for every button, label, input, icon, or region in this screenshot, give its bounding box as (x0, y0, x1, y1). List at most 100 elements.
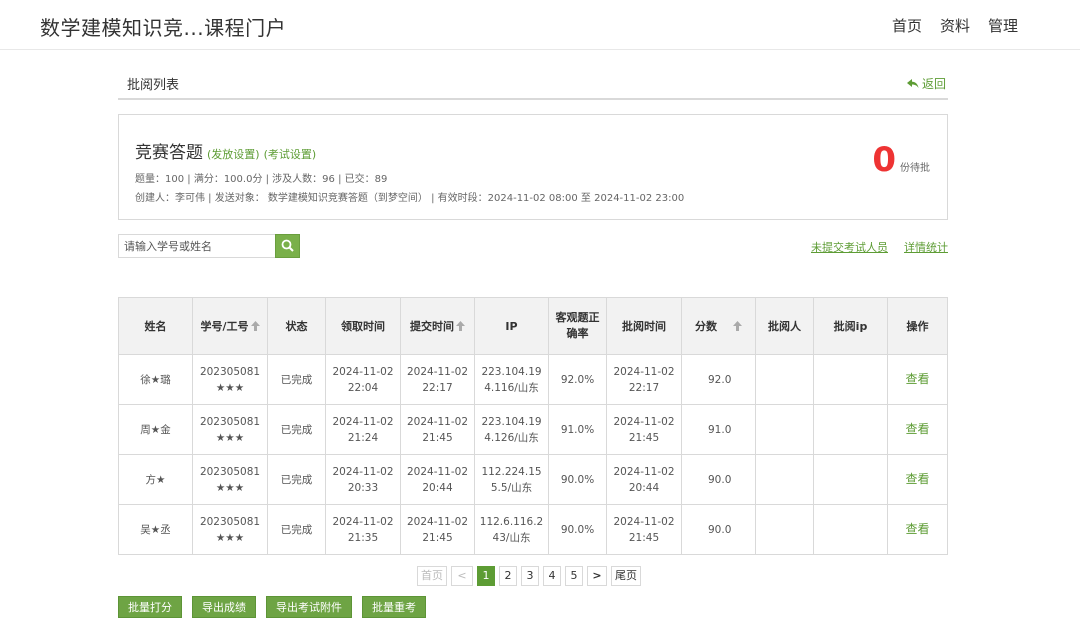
top-bar: 数学建模知识竞...课程门户 首页 资料 管理 (0, 0, 1080, 50)
col-rate-label: 客观题正确率 (555, 311, 600, 340)
publish-settings-link[interactable]: (发放设置) (207, 146, 260, 162)
cell-review-time: 2024-11-02 21:45 (606, 504, 682, 555)
prev-page-button[interactable]: < (451, 566, 473, 586)
review-date: 2024-11-02 (613, 365, 675, 378)
next-page-button[interactable]: > (587, 566, 607, 586)
back-button[interactable]: 返回 (906, 75, 946, 92)
batch-retake-button[interactable]: 批量重考 (362, 596, 426, 618)
cell-action: 查看 (887, 504, 948, 555)
page-5-button[interactable]: 5 (565, 566, 583, 586)
sub-time: 22:17 (422, 381, 453, 394)
search-row: 未提交考试人员 详情统计 (118, 234, 948, 276)
cell-action: 查看 (887, 404, 948, 455)
cell-reviewer-ip (813, 504, 888, 555)
cell-name: 周★金 (118, 404, 193, 455)
sub-date: 2024-11-02 (406, 515, 469, 528)
nav-home-link[interactable]: 首页 (892, 15, 922, 36)
col-name-header: 姓名 (118, 297, 193, 355)
get-time: 20:33 (347, 481, 379, 494)
search-input[interactable] (118, 234, 275, 258)
view-link[interactable]: 查看 (905, 372, 929, 386)
cell-action: 查看 (887, 354, 948, 405)
exam-settings-link[interactable]: (考试设置) (264, 146, 317, 162)
cell-submit-time: 2024-11-02 21:45 (400, 504, 475, 555)
export-scores-button[interactable]: 导出成绩 (192, 596, 256, 618)
view-link[interactable]: 查看 (905, 522, 929, 536)
nav-materials-link[interactable]: 资料 (940, 15, 970, 36)
col-submit-time-header[interactable]: 提交时间 (400, 297, 475, 355)
pending-count: 0 (872, 140, 896, 180)
top-nav: 首页 资料 管理 (892, 15, 1018, 36)
review-date: 2024-11-02 (613, 415, 675, 428)
cell-ip: 223.104.194.126/山东 (474, 404, 549, 455)
get-date: 2024-11-02 (332, 365, 394, 378)
last-page-button[interactable]: 尾页 (611, 566, 641, 586)
pending-counter: 0 份待批 (872, 143, 930, 177)
first-page-button[interactable]: 首页 (417, 566, 447, 586)
cell-reviewer-ip (813, 354, 888, 405)
review-time: 20:44 (628, 481, 660, 494)
cell-get-time: 2024-11-02 22:04 (325, 354, 401, 405)
cell-submit-time: 2024-11-02 21:45 (400, 404, 475, 455)
cell-reviewer-ip (813, 454, 888, 505)
cell-name: 徐★璐 (118, 354, 193, 405)
page-1-button[interactable]: 1 (477, 566, 495, 586)
back-arrow-icon (906, 78, 919, 89)
search-button[interactable] (275, 234, 300, 258)
table-row: 吴★丞 202305081★★★ 已完成 2024-11-02 21:35 202… (118, 504, 948, 555)
nav-manage-link[interactable]: 管理 (988, 15, 1018, 36)
get-date: 2024-11-02 (332, 415, 394, 428)
col-reviewer-header: 批阅人 (755, 297, 814, 355)
cell-get-time: 2024-11-02 21:35 (325, 504, 401, 555)
cell-action: 查看 (887, 454, 948, 505)
cell-score: 90.0 (681, 504, 756, 555)
batch-grade-button[interactable]: 批量打分 (118, 596, 182, 618)
sort-arrow-icon[interactable] (456, 320, 465, 334)
cell-submit-time: 2024-11-02 22:17 (400, 354, 475, 405)
view-link[interactable]: 查看 (905, 472, 929, 486)
table-header-row: 姓名 学号/工号 状态 领取时间 提交时间 IP 客观题正确率 批阅时间 分数 … (118, 297, 948, 355)
sub-date: 2024-11-02 (406, 365, 469, 378)
col-review-time-header: 批阅时间 (606, 297, 682, 355)
view-link[interactable]: 查看 (905, 422, 929, 436)
details-stats-link[interactable]: 详情统计 (904, 239, 948, 255)
col-score-label: 分数 (695, 320, 717, 333)
cell-reviewer (755, 454, 814, 505)
cell-status: 已完成 (267, 404, 326, 455)
col-score-header[interactable]: 分数 (681, 297, 756, 355)
cell-get-time: 2024-11-02 20:33 (325, 454, 401, 505)
col-status-header: 状态 (267, 297, 326, 355)
export-attachments-button[interactable]: 导出考试附件 (266, 596, 352, 618)
cell-id: 202305081★★★ (192, 454, 268, 505)
cell-score: 90.0 (681, 454, 756, 505)
sort-arrow-icon[interactable] (733, 320, 742, 334)
cell-name: 方★ (118, 454, 193, 505)
exam-name: 竞赛答题 (135, 143, 203, 163)
review-time: 21:45 (628, 531, 660, 544)
page-4-button[interactable]: 4 (543, 566, 561, 586)
col-ip-header: IP (474, 297, 549, 355)
cell-name: 吴★丞 (118, 504, 193, 555)
get-time: 22:04 (347, 381, 379, 394)
exam-meta: 创建人：李可伟 | 发送对象： 数学建模知识竞赛答题（到梦空间） | 有效时段：… (135, 193, 685, 204)
sub-time: 21:45 (422, 431, 453, 444)
col-submit-time-label: 提交时间 (410, 320, 454, 333)
page-3-button[interactable]: 3 (521, 566, 539, 586)
sort-arrow-icon[interactable] (250, 320, 260, 334)
cell-submit-time: 2024-11-02 20:44 (400, 454, 475, 505)
review-date: 2024-11-02 (613, 465, 675, 478)
cell-ip: 112.224.155.5/山东 (474, 454, 549, 505)
cell-reviewer-ip (813, 404, 888, 455)
col-id-header[interactable]: 学号/工号 (192, 297, 268, 355)
cell-rate: 91.0% (548, 404, 607, 455)
get-time: 21:24 (347, 431, 379, 444)
pagination: 首页 < 1 2 3 4 5 > 尾页 (417, 566, 641, 586)
cell-ip: 223.104.194.116/山东 (474, 354, 549, 405)
cell-id: 202305081★★★ (192, 354, 268, 405)
cell-review-time: 2024-11-02 20:44 (606, 454, 682, 505)
page-2-button[interactable]: 2 (499, 566, 517, 586)
table-row: 周★金 202305081★★★ 已完成 2024-11-02 21:24 202… (118, 404, 948, 455)
cell-review-time: 2024-11-02 21:45 (606, 404, 682, 455)
unsubmitted-link[interactable]: 未提交考试人员 (811, 239, 888, 255)
cell-reviewer (755, 504, 814, 555)
